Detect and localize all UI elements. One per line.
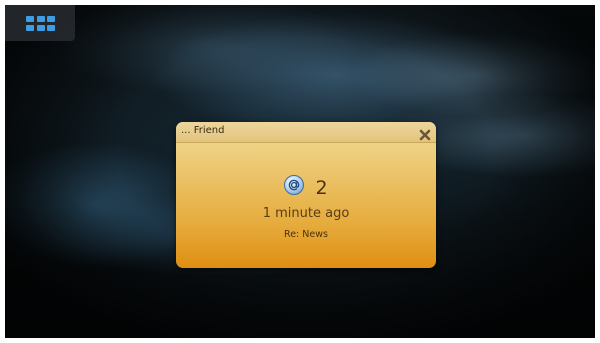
app-grid-icon xyxy=(26,16,55,31)
notification-titlebar: ... Friend xyxy=(176,122,436,143)
app-launcher-button[interactable] xyxy=(5,5,75,41)
message-timestamp: 1 minute ago xyxy=(262,206,350,221)
at-sign-email-icon xyxy=(284,175,305,195)
notification-title: ... Friend xyxy=(181,125,225,136)
message-count: 2 xyxy=(315,177,328,199)
notification-popup[interactable]: ... Friend 2 1 minute ago Re: News xyxy=(176,122,436,268)
close-icon xyxy=(419,129,431,141)
message-count-row: 2 xyxy=(176,175,436,199)
desktop-background: ... Friend 2 1 minute ago Re: News xyxy=(5,5,595,338)
close-button[interactable] xyxy=(419,126,431,141)
message-subject: Re: News xyxy=(284,229,328,240)
